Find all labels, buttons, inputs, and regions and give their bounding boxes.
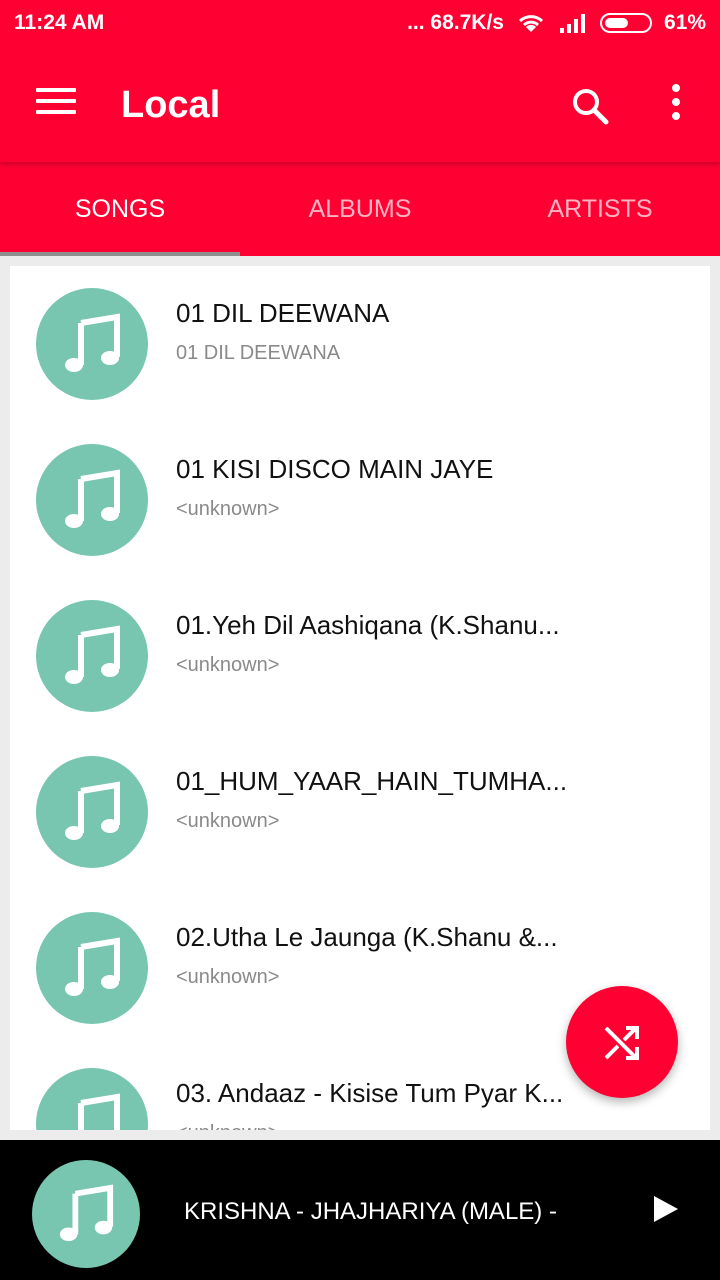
music-note-icon [65, 469, 120, 528]
page-title: Local [121, 84, 221, 126]
list-item[interactable]: 01_HUM_YAAR_HAIN_TUMHA... <unknown> [10, 734, 710, 890]
tab-albums[interactable]: ALBUMS [240, 162, 480, 256]
album-art [36, 288, 148, 400]
more-vert-icon[interactable] [662, 84, 690, 124]
song-subtitle: <unknown> [176, 1122, 279, 1130]
music-note-icon [65, 781, 120, 840]
list-item[interactable]: 01 KISI DISCO MAIN JAYE <unknown> [10, 422, 710, 578]
music-note-icon [65, 313, 120, 372]
battery-level [604, 18, 629, 28]
song-title: 01_HUM_YAAR_HAIN_TUMHA... [176, 766, 568, 796]
song-title: 01 DIL DEEWANA [176, 298, 390, 328]
app-bar: Local [0, 50, 720, 162]
network-speed: ... 68.7K/s [407, 11, 504, 34]
list-item[interactable]: 01 DIL DEEWANA 01 DIL DEEWANA [10, 266, 710, 422]
song-subtitle: <unknown> [176, 966, 280, 988]
status-time: 11:24 AM [14, 11, 105, 34]
song-subtitle: <unknown> [176, 498, 280, 520]
album-art [36, 600, 148, 712]
song-title: 01.Yeh Dil Aashiqana (K.Shanu... [176, 610, 560, 640]
status-bar: 11:24 AM ... 68.7K/s 61% [0, 0, 720, 50]
music-note-icon [65, 937, 120, 996]
mini-player[interactable]: KRISHNA - JHAJHARIYA (MALE) - [0, 1140, 720, 1280]
signal-icon [559, 14, 585, 33]
play-icon[interactable] [650, 1194, 680, 1224]
hamburger-menu-icon[interactable] [36, 88, 76, 118]
album-art [36, 756, 148, 868]
shuffle-icon [604, 1026, 639, 1060]
list-item[interactable]: 01.Yeh Dil Aashiqana (K.Shanu... <unknow… [10, 578, 710, 734]
song-title: 01 KISI DISCO MAIN JAYE [176, 454, 494, 484]
song-title: 02.Utha Le Jaunga (K.Shanu &... [176, 922, 558, 952]
tab-bar: SONGS ALBUMS ARTISTS [0, 162, 720, 256]
wifi-icon [518, 15, 543, 32]
song-subtitle: <unknown> [176, 810, 280, 832]
tab-artists[interactable]: ARTISTS [480, 162, 720, 256]
album-art [36, 912, 148, 1024]
player-album-art [32, 1160, 140, 1268]
battery-percent: 61% [663, 11, 706, 34]
song-subtitle: 01 DIL DEEWANA [176, 342, 341, 364]
album-art [36, 1068, 148, 1130]
status-right: ... 68.7K/s 61% [407, 11, 706, 35]
tab-songs[interactable]: SONGS [0, 162, 240, 256]
battery-icon [599, 13, 652, 33]
shuffle-button[interactable] [566, 986, 678, 1098]
player-track-title: KRISHNA - JHAJHARIYA (MALE) - [184, 1198, 557, 1225]
album-art [36, 444, 148, 556]
song-subtitle: <unknown> [176, 654, 280, 676]
search-icon[interactable] [566, 82, 614, 130]
music-note-icon [59, 1184, 114, 1242]
music-note-icon [65, 625, 120, 684]
music-note-icon [78, 1093, 120, 1130]
song-title: 03. Andaaz - Kisise Tum Pyar K... [176, 1078, 564, 1108]
